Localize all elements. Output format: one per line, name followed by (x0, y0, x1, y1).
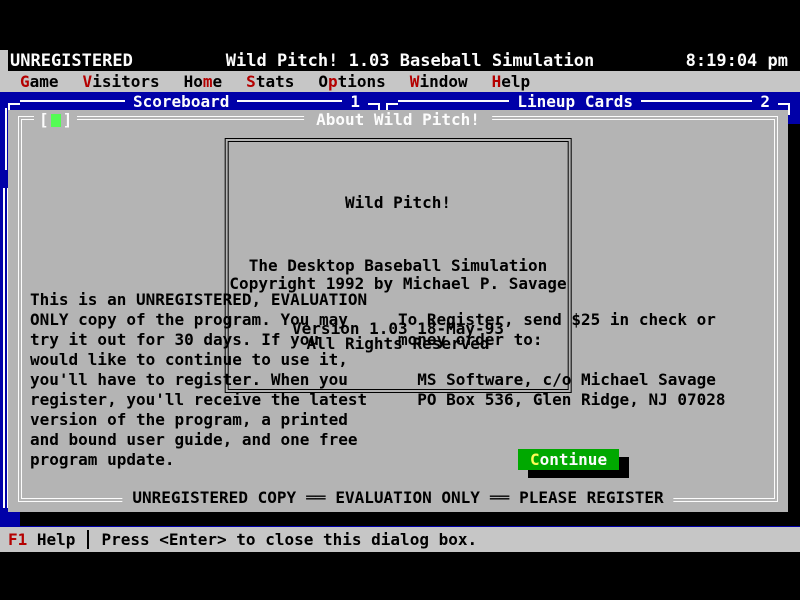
menu-options-pre: O (318, 72, 328, 91)
menu-visitors-hotkey: V (83, 72, 93, 91)
menu-home-post: e (213, 72, 223, 91)
border-line (237, 100, 342, 102)
version-box: Wild Pitch! The Desktop Baseball Simulat… (225, 138, 572, 393)
border-line (398, 100, 509, 102)
help-message: Press <Enter> to close this dialog box. (101, 530, 477, 549)
status-unregistered: UNREGISTERED COPY (132, 488, 296, 508)
dialog-title: About Wild Pitch! (304, 111, 492, 129)
menu-home[interactable]: Home (184, 72, 223, 91)
menu-stats-post: tats (256, 72, 295, 91)
border-line (20, 100, 125, 102)
menu-options-hotkey: p (328, 72, 338, 91)
menu-options-post: tions (338, 72, 386, 91)
window-lineup-cards-number: 2 (752, 92, 778, 111)
border-line (5, 108, 7, 170)
close-bracket-left: [ (39, 111, 49, 129)
window-lineup-cards-titlebar[interactable]: Lineup Cards 2 (386, 92, 790, 110)
window-scoreboard-title: Scoreboard (125, 92, 237, 111)
menu-help-hotkey: H (492, 72, 502, 91)
help-bar: F1 Help Press <Enter> to close this dial… (0, 527, 800, 552)
menu-home-hotkey: m (203, 72, 213, 91)
menu-visitors-post: isitors (92, 72, 159, 91)
menu-options[interactable]: Options (318, 72, 385, 91)
continue-button-hotkey: C (530, 450, 540, 469)
continue-button[interactable]: Continue (518, 449, 619, 470)
help-key-label: Help (27, 530, 75, 549)
registration-status: UNREGISTERED (0, 51, 220, 71)
product-tagline: The Desktop Baseball Simulation (249, 255, 548, 276)
menu-stats-hotkey: S (246, 72, 256, 91)
product-name: Wild Pitch! (249, 192, 548, 213)
menu-home-pre: Ho (184, 72, 203, 91)
status-separator: ══ (490, 488, 509, 508)
status-register: PLEASE REGISTER (519, 488, 664, 508)
status-evaluation: EVALUATION ONLY (335, 488, 480, 508)
window-scoreboard-titlebar[interactable]: Scoreboard 1 (8, 92, 380, 110)
close-box-icon (51, 114, 61, 127)
menu-bar: Game Visitors Home Stats Options Window … (0, 71, 800, 92)
window-lineup-cards-title: Lineup Cards (509, 92, 641, 111)
menu-window-post: indow (419, 72, 467, 91)
dialog-close-button[interactable]: [ ] (34, 111, 77, 129)
menu-game[interactable]: Game (20, 72, 59, 91)
about-dialog: [ ] About Wild Pitch! Wild Pitch! The De… (8, 110, 788, 512)
app-title-bar: UNREGISTERED Wild Pitch! 1.03 Baseball S… (0, 50, 800, 71)
border-line (641, 100, 752, 102)
border-line (3, 188, 5, 508)
window-scoreboard-number: 1 (342, 92, 368, 111)
menu-help[interactable]: Help (492, 72, 531, 91)
help-bar-divider (87, 530, 89, 549)
menu-game-hotkey: G (20, 72, 30, 91)
close-bracket-right: ] (63, 111, 73, 129)
continue-button-rest: ontinue (540, 450, 607, 469)
clock: 8:19:04 pm (600, 51, 800, 71)
menu-visitors[interactable]: Visitors (83, 72, 160, 91)
menu-help-post: elp (501, 72, 530, 91)
menu-window[interactable]: Window (410, 72, 468, 91)
dialog-status-line: UNREGISTERED COPY ══ EVALUATION ONLY ══ … (122, 488, 673, 508)
menu-stats[interactable]: Stats (246, 72, 294, 91)
product-version: Version 1.03 18-May-93 (249, 318, 548, 339)
help-key[interactable]: F1 (8, 530, 27, 549)
status-separator: ══ (306, 488, 325, 508)
app-title: Wild Pitch! 1.03 Baseball Simulation (220, 51, 600, 71)
menu-window-hotkey: W (410, 72, 420, 91)
menu-game-post: ame (30, 72, 59, 91)
